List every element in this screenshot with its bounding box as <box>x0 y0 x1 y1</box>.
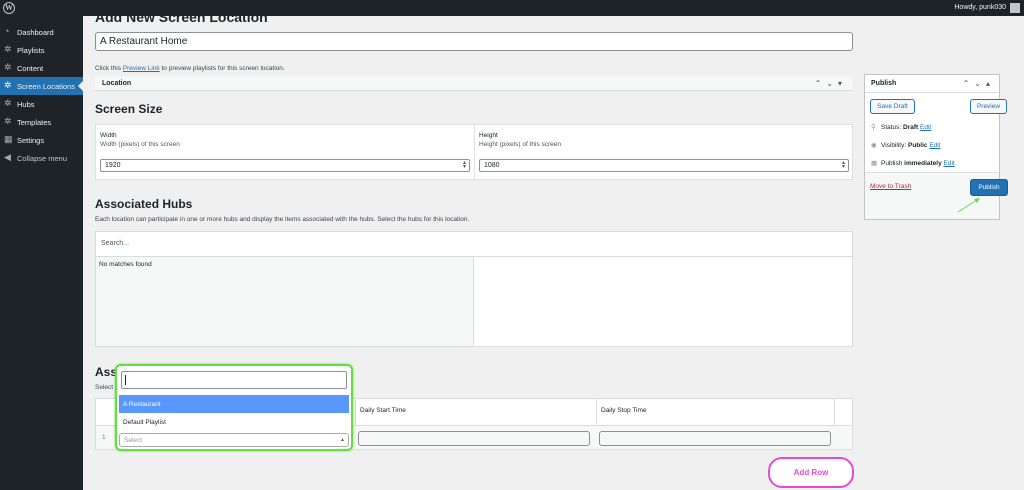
pointer-arrow-icon <box>957 197 981 213</box>
preview-link[interactable]: Preview Link <box>123 65 160 72</box>
preview-note: Click this Preview Link to preview playl… <box>95 65 285 72</box>
edit-schedule-link[interactable]: Edit <box>944 160 955 167</box>
associated-hubs-heading: Associated Hubs <box>95 197 193 211</box>
preview-button[interactable]: Preview <box>970 99 1007 114</box>
table-header-num <box>96 399 116 425</box>
dropdown-option-a-restaurant[interactable]: A Restaurant <box>119 395 349 413</box>
avatar[interactable] <box>1010 3 1020 13</box>
sidebar-item-dashboard[interactable]: ◔ Dashboard <box>0 23 83 41</box>
height-desc: Height (pixels) of this screen <box>479 141 562 148</box>
edit-status-link[interactable]: Edit <box>920 124 931 131</box>
daily-stop-time-input[interactable] <box>599 431 831 446</box>
playlist-select[interactable]: Select ▲ <box>119 433 349 447</box>
hubs-empty-message: No matches found <box>99 261 152 268</box>
admin-bar: W Howdy, punk030 <box>0 0 1024 16</box>
gear-icon: ✲ <box>4 98 12 108</box>
table-header-start: Daily Start Time <box>356 399 597 425</box>
location-box-header[interactable]: Location ⌃⌄▾ <box>95 76 853 91</box>
playlists-subtext: Select <box>95 384 114 391</box>
collapse-icon: ◀ <box>4 152 11 162</box>
gear-icon: ✲ <box>4 116 12 126</box>
sidebar-item-playlists[interactable]: ✲ Playlists <box>0 41 83 59</box>
spinner-icon[interactable]: ▴ ▾ <box>842 160 845 170</box>
dropdown-search-input[interactable] <box>121 371 347 389</box>
publish-schedule: ▦ Publish immediately Edit <box>871 160 955 167</box>
title-input[interactable]: A Restaurant Home <box>95 32 853 51</box>
screen-size-heading: Screen Size <box>95 102 163 116</box>
publish-status: ⚲ Status: Draft Edit <box>871 124 932 131</box>
width-column: Width Width (pixels) of this screen 1920… <box>96 125 475 179</box>
daily-start-time-input[interactable] <box>358 431 590 446</box>
chevron-up-icon: ▲ <box>340 437 345 443</box>
sidebar-item-templates[interactable]: ✲ Templates <box>0 113 83 131</box>
settings-icon: ▦ <box>4 134 13 144</box>
pin-icon: ⚲ <box>871 124 876 131</box>
gear-icon: ✲ <box>4 44 12 54</box>
screen-size-box: Width Width (pixels) of this screen 1920… <box>95 124 853 180</box>
width-input[interactable]: 1920 ▴ ▾ <box>100 159 470 172</box>
playlist-dropdown: A Restaurant Default Playlist Select ▲ <box>115 364 353 451</box>
gear-icon: ✲ <box>4 62 12 72</box>
height-column: Height Height (pixels) of this screen 10… <box>475 125 852 179</box>
hubs-available-list[interactable]: No matches found <box>96 257 474 346</box>
add-row-button[interactable]: Add Row <box>768 457 854 488</box>
hubs-selector: Search... No matches found <box>95 231 853 347</box>
gear-icon: ✲ <box>4 80 12 90</box>
width-desc: Width (pixels) of this screen <box>100 141 180 148</box>
wordpress-logo-icon[interactable]: W <box>3 2 15 14</box>
sidebar-item-settings[interactable]: ▦ Settings <box>0 131 83 149</box>
move-to-trash-link[interactable]: Move to Trash <box>870 183 911 190</box>
page-title: Add New Screen Location <box>95 16 268 25</box>
box-move-arrows-icon[interactable]: ⌃⌄▾ <box>815 79 847 88</box>
save-draft-button[interactable]: Save Draft <box>870 99 915 114</box>
dashboard-icon: ◔ <box>4 26 10 36</box>
width-label: Width <box>100 132 117 139</box>
row-number: 1 <box>102 434 106 441</box>
box-move-arrows-icon[interactable]: ⌃⌄▴ <box>963 79 995 88</box>
publish-visibility: ◉ Visibility: Public Edit <box>871 142 941 149</box>
sidebar-item-content[interactable]: ✲ Content <box>0 59 83 77</box>
user-greeting[interactable]: Howdy, punk030 <box>954 4 1006 11</box>
spinner-icon[interactable]: ▴ ▾ <box>463 160 466 170</box>
admin-sidebar: ◔ Dashboard ✲ Playlists ✲ Content ✲ Scre… <box>0 16 83 490</box>
sidebar-item-screen-locations[interactable]: ✲ Screen Locations <box>0 77 83 95</box>
hubs-search-input[interactable]: Search... <box>96 232 852 257</box>
eye-icon: ◉ <box>871 142 877 149</box>
table-header-stop: Daily Stop Time <box>597 399 835 425</box>
edit-visibility-link[interactable]: Edit <box>929 142 940 149</box>
sidebar-item-collapse-menu[interactable]: ◀ Collapse menu <box>0 149 83 167</box>
height-input[interactable]: 1080 ▴ ▾ <box>479 159 849 172</box>
sidebar-item-hubs[interactable]: ✲ Hubs <box>0 95 83 113</box>
hubs-description: Each location can participate in one or … <box>95 216 470 223</box>
height-label: Height <box>479 132 498 139</box>
publish-box-header[interactable]: Publish ⌃⌄▴ <box>865 75 999 93</box>
text-cursor <box>125 375 126 385</box>
dropdown-option-default-playlist[interactable]: Default Playlist <box>119 413 349 431</box>
main-content: Add New Screen Location A Restaurant Hom… <box>83 16 1024 490</box>
calendar-icon: ▦ <box>871 160 878 167</box>
